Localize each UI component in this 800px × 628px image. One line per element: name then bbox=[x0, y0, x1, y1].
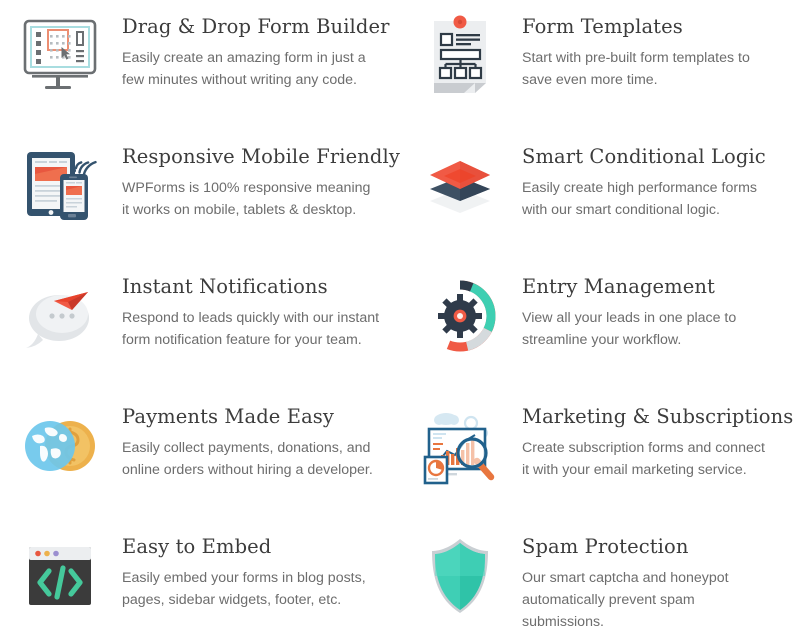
feature-title: Marketing & Subscriptions bbox=[522, 405, 794, 428]
chart-magnifier-icon bbox=[414, 400, 506, 492]
feature-title: Instant Notifications bbox=[122, 275, 328, 298]
feature-description: View all your leads in one place to stre… bbox=[522, 310, 737, 348]
feature-description: Easily create high performance forms wit… bbox=[522, 180, 757, 218]
feature-item-marketing-subscriptions[interactable]: Marketing & Subscriptions Create subscri… bbox=[400, 398, 800, 528]
feature-text: Drag & Drop Form Builder Easily create a… bbox=[106, 8, 390, 91]
feature-item-payments-made-easy[interactable]: Payments Made Easy Easily collect paymen… bbox=[0, 398, 400, 528]
feature-description: Create subscription forms and connect it… bbox=[522, 440, 765, 478]
feature-description: Easily embed your forms in blog posts, p… bbox=[122, 570, 366, 608]
feature-title: Smart Conditional Logic bbox=[522, 145, 766, 168]
tablet-phone-icon bbox=[14, 140, 106, 232]
feature-item-responsive-mobile-friendly[interactable]: Responsive Mobile Friendly WPForms is 10… bbox=[0, 138, 400, 268]
feature-text: Easy to Embed Easily embed your forms in… bbox=[106, 528, 380, 611]
feature-text: Smart Conditional Logic Easily create hi… bbox=[506, 138, 774, 221]
feature-text: Form Templates Start with pre-built form… bbox=[506, 8, 774, 91]
monitor-form-builder-icon bbox=[14, 10, 106, 102]
code-window-icon bbox=[14, 530, 106, 622]
feature-description: Start with pre-built form templates to s… bbox=[522, 50, 750, 88]
feature-item-form-templates[interactable]: Form Templates Start with pre-built form… bbox=[400, 8, 800, 138]
feature-title: Easy to Embed bbox=[122, 535, 272, 558]
feature-title: Responsive Mobile Friendly bbox=[122, 145, 400, 168]
feature-title: Entry Management bbox=[522, 275, 715, 298]
feature-text: Marketing & Subscriptions Create subscri… bbox=[506, 398, 793, 481]
feature-item-instant-notifications[interactable]: Instant Notifications Respond to leads q… bbox=[0, 268, 400, 398]
feature-text: Entry Management View all your leads in … bbox=[506, 268, 774, 351]
features-grid: Drag & Drop Form Builder Easily create a… bbox=[0, 0, 800, 628]
globe-coin-icon bbox=[14, 400, 106, 492]
feature-item-spam-protection[interactable]: Spam Protection Our smart captcha and ho… bbox=[400, 528, 800, 628]
feature-description: Easily collect payments, donations, and … bbox=[122, 440, 373, 478]
feature-title: Spam Protection bbox=[522, 535, 689, 558]
feature-title: Payments Made Easy bbox=[122, 405, 335, 428]
feature-description: Respond to leads quickly with our instan… bbox=[122, 310, 380, 348]
shield-icon bbox=[414, 530, 506, 622]
feature-item-smart-conditional-logic[interactable]: Smart Conditional Logic Easily create hi… bbox=[400, 138, 800, 268]
feature-item-drag-drop-form-builder[interactable]: Drag & Drop Form Builder Easily create a… bbox=[0, 8, 400, 138]
document-template-icon bbox=[414, 10, 506, 102]
feature-text: Spam Protection Our smart captcha and ho… bbox=[506, 528, 774, 628]
feature-text: Payments Made Easy Easily collect paymen… bbox=[106, 398, 380, 481]
feature-title: Drag & Drop Form Builder bbox=[122, 15, 390, 38]
feature-description: WPForms is 100% responsive meaning it wo… bbox=[122, 180, 371, 218]
donut-gear-icon bbox=[414, 270, 506, 362]
feature-title: Form Templates bbox=[522, 15, 683, 38]
feature-text: Responsive Mobile Friendly WPForms is 10… bbox=[106, 138, 400, 221]
feature-item-entry-management[interactable]: Entry Management View all your leads in … bbox=[400, 268, 800, 398]
stacked-layers-icon bbox=[414, 140, 506, 232]
feature-description: Easily create an amazing form in just a … bbox=[122, 50, 366, 88]
speech-bubble-arrow-icon bbox=[14, 270, 106, 362]
feature-description: Our smart captcha and honeypot automatic… bbox=[522, 570, 729, 628]
feature-text: Instant Notifications Respond to leads q… bbox=[106, 268, 380, 351]
feature-item-easy-to-embed[interactable]: Easy to Embed Easily embed your forms in… bbox=[0, 528, 400, 628]
